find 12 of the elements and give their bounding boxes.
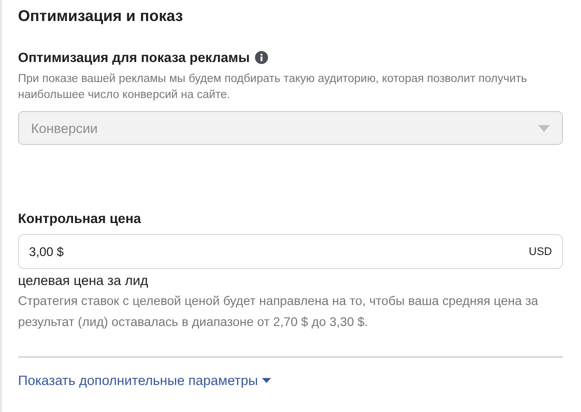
- field-label: Оптимизация для показа рекламы: [18, 50, 250, 65]
- field-sublabel: целевая цена за лид: [18, 273, 150, 288]
- field-description: При показе вашей рекламы мы будем подбирать такую аудиторию, которая позволит получить наибольшее число конверсий на сайте.: [18, 72, 528, 103]
- info-icon[interactable]: [254, 51, 268, 64]
- caret-icon: [262, 378, 271, 383]
- field-label: Контрольная цена: [18, 211, 142, 226]
- currency-label: USD: [528, 246, 552, 258]
- caret-icon: [538, 124, 550, 132]
- help-text: Стратегия ставок с целевой ценой будет направлена на то, чтобы ваша средняя цена за результат (лид) оставалась в диапазоне от 2,70 $ до 3,30 $.: [18, 293, 540, 331]
- section-title: Оптимизация и показ: [18, 8, 184, 26]
- show-more-link[interactable]: Показать дополнительные параметры: [18, 373, 271, 388]
- bid-input-field[interactable]: 3,00 $ USD: [18, 234, 563, 269]
